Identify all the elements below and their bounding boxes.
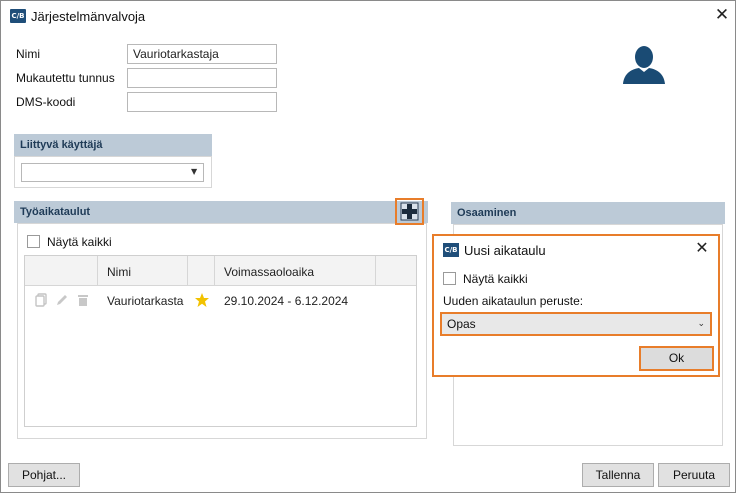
- linked-user-dropdown[interactable]: [21, 163, 204, 182]
- name-input[interactable]: Vauriotarkastaja: [127, 44, 277, 64]
- custom-id-input[interactable]: [127, 68, 277, 88]
- show-all-checkbox[interactable]: [27, 235, 40, 248]
- schedules-header: Työaikataulut: [14, 201, 428, 223]
- column-header-name[interactable]: Nimi: [107, 265, 131, 279]
- dialog-title: Uusi aikataulu: [464, 243, 546, 258]
- schedule-basis-label: Uuden aikataulun peruste:: [443, 294, 584, 308]
- custom-id-label: Mukautettu tunnus: [16, 71, 115, 85]
- save-button[interactable]: Tallenna: [582, 463, 654, 487]
- schedules-table: Nimi Voimassaoloaika Vauriotarkasta 29.1…: [24, 255, 417, 427]
- dropdown-arrow-icon[interactable]: ▼: [191, 167, 197, 176]
- favorite-star-icon[interactable]: [194, 292, 210, 308]
- table-row[interactable]: Vauriotarkasta 29.10.2024 - 6.12.2024: [25, 287, 416, 314]
- schedule-validity-cell: 29.10.2024 - 6.12.2024: [224, 294, 349, 308]
- show-all-label: Näytä kaikki: [47, 235, 112, 249]
- admin-window: C/B Järjestelmänvalvoja ✕ Nimi Vauriotar…: [0, 0, 736, 493]
- window-title: Järjestelmänvalvoja: [31, 9, 146, 24]
- table-header: Nimi Voimassaoloaika: [25, 256, 416, 286]
- linked-user-panel: ▼: [14, 156, 212, 188]
- title-bar: C/B Järjestelmänvalvoja ✕: [1, 1, 735, 31]
- close-icon[interactable]: ✕: [711, 4, 733, 26]
- linked-user-header: Liittyvä käyttäjä: [14, 134, 212, 156]
- templates-button[interactable]: Pohjat...: [8, 463, 80, 487]
- add-schedule-icon[interactable]: [400, 202, 419, 221]
- new-schedule-dialog: C/B Uusi aikataulu ✕ Näytä kaikki Uuden …: [432, 234, 720, 377]
- skills-header: Osaaminen: [451, 202, 725, 224]
- app-logo-icon: C/B: [10, 9, 26, 23]
- schedule-basis-value: Opas: [447, 317, 476, 331]
- dialog-close-icon[interactable]: ✕: [692, 238, 712, 258]
- schedule-name-cell: Vauriotarkasta: [107, 294, 184, 308]
- user-avatar-icon: [623, 46, 665, 84]
- dms-code-label: DMS-koodi: [16, 95, 76, 109]
- cancel-button[interactable]: Peruuta: [658, 463, 730, 487]
- dialog-show-all-checkbox[interactable]: [443, 272, 456, 285]
- copy-icon[interactable]: [35, 293, 49, 307]
- column-header-validity[interactable]: Voimassaoloaika: [224, 265, 314, 279]
- dialog-logo-icon: C/B: [443, 243, 459, 257]
- edit-pencil-icon[interactable]: [55, 293, 69, 307]
- name-label: Nimi: [16, 47, 40, 61]
- chevron-down-icon: ⌄: [697, 319, 705, 329]
- dms-code-input[interactable]: [127, 92, 277, 112]
- dialog-show-all-label: Näytä kaikki: [463, 272, 528, 286]
- delete-trash-icon[interactable]: [76, 293, 90, 307]
- schedule-basis-select[interactable]: Opas ⌄: [440, 312, 712, 336]
- ok-button[interactable]: Ok: [639, 346, 714, 371]
